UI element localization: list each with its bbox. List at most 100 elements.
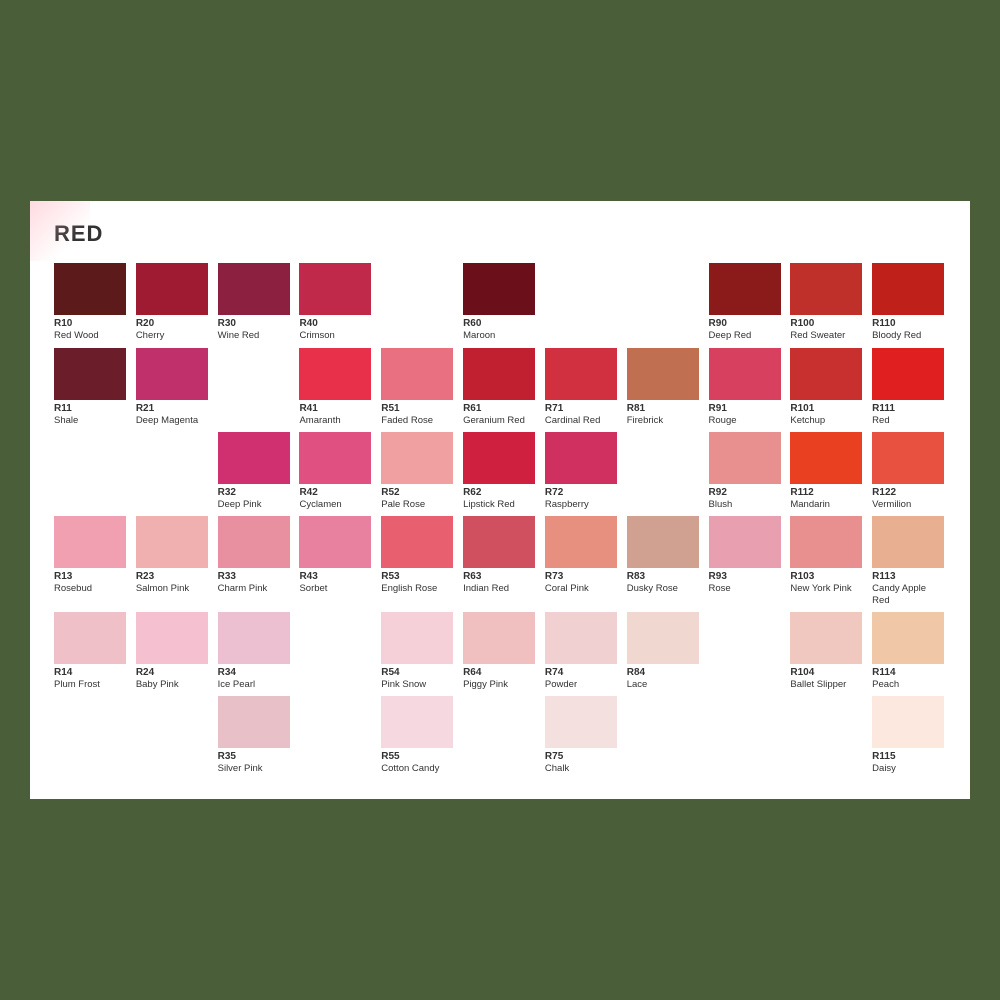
code-R52: R52 bbox=[381, 487, 399, 499]
swatch-R33 bbox=[218, 516, 290, 568]
color-cell-R34: R34Ice Pearl bbox=[218, 612, 292, 690]
color-cell-R113: R113Candy Apple Red bbox=[872, 516, 946, 606]
code-R71: R71 bbox=[545, 403, 563, 415]
code-R114: R114 bbox=[872, 667, 895, 679]
code-R32: R32 bbox=[218, 487, 236, 499]
color-cell-R81: R81Firebrick bbox=[627, 348, 701, 426]
color-cell-R35: R35Silver Pink bbox=[218, 696, 292, 774]
name-R40: Crimson bbox=[299, 330, 334, 341]
name-R93: Rose bbox=[709, 583, 731, 594]
color-cell-R63: R63Indian Red bbox=[463, 516, 537, 606]
color-cell-R111: R111Red bbox=[872, 348, 946, 426]
name-R101: Ketchup bbox=[790, 415, 825, 426]
color-cell-R10: R10Red Wood bbox=[54, 263, 128, 341]
name-R42: Cyclamen bbox=[299, 499, 341, 510]
name-R30: Wine Red bbox=[218, 330, 260, 341]
swatch-R75 bbox=[545, 696, 617, 748]
name-R84: Lace bbox=[627, 679, 648, 690]
code-R111: R111 bbox=[872, 403, 895, 415]
code-R90: R90 bbox=[709, 318, 727, 330]
name-R115: Daisy bbox=[872, 763, 896, 774]
color-cell-R62: R62Lipstick Red bbox=[463, 432, 537, 510]
name-R35: Silver Pink bbox=[218, 763, 263, 774]
swatch-R92 bbox=[709, 432, 781, 484]
code-R91: R91 bbox=[709, 403, 727, 415]
swatch-R55 bbox=[381, 696, 453, 748]
swatch-R61 bbox=[463, 348, 535, 400]
color-cell-R103: R103New York Pink bbox=[790, 516, 864, 606]
code-R54: R54 bbox=[381, 667, 399, 679]
code-R81: R81 bbox=[627, 403, 645, 415]
color-cell-R21: R21Deep Magenta bbox=[136, 348, 210, 426]
swatch-R113 bbox=[872, 516, 944, 568]
swatch-R24 bbox=[136, 612, 208, 664]
code-R104: R104 bbox=[790, 667, 814, 679]
code-R35: R35 bbox=[218, 751, 236, 763]
swatch-R104 bbox=[790, 612, 862, 664]
color-cell-R13: R13Rosebud bbox=[54, 516, 128, 606]
name-R114: Peach bbox=[872, 679, 899, 690]
name-R11: Shale bbox=[54, 415, 78, 426]
color-cell-R83: R83Dusky Rose bbox=[627, 516, 701, 606]
swatch-R30 bbox=[218, 263, 290, 315]
code-R11: R11 bbox=[54, 403, 72, 415]
name-R43: Sorbet bbox=[299, 583, 327, 594]
code-R60: R60 bbox=[463, 318, 481, 330]
color-chart-card: RED R10Red WoodR20CherryR30Wine RedR40Cr… bbox=[30, 201, 970, 799]
code-R34: R34 bbox=[218, 667, 236, 679]
color-cell-R60: R60Maroon bbox=[463, 263, 537, 341]
name-R75: Chalk bbox=[545, 763, 569, 774]
code-R75: R75 bbox=[545, 751, 563, 763]
swatch-R83 bbox=[627, 516, 699, 568]
code-R20: R20 bbox=[136, 318, 154, 330]
swatch-R53 bbox=[381, 516, 453, 568]
code-R103: R103 bbox=[790, 571, 814, 583]
swatch-R62 bbox=[463, 432, 535, 484]
name-R52: Pale Rose bbox=[381, 499, 425, 510]
code-R13: R13 bbox=[54, 571, 72, 583]
name-R55: Cotton Candy bbox=[381, 763, 439, 774]
code-R42: R42 bbox=[299, 487, 317, 499]
color-cell-R100: R100Red Sweater bbox=[790, 263, 864, 341]
name-R64: Piggy Pink bbox=[463, 679, 508, 690]
name-R60: Maroon bbox=[463, 330, 495, 341]
name-R10: Red Wood bbox=[54, 330, 99, 341]
swatch-R21 bbox=[136, 348, 208, 400]
name-R81: Firebrick bbox=[627, 415, 663, 426]
name-R54: Pink Snow bbox=[381, 679, 426, 690]
name-R83: Dusky Rose bbox=[627, 583, 678, 594]
code-R101: R101 bbox=[790, 403, 814, 415]
code-R62: R62 bbox=[463, 487, 481, 499]
swatch-R91 bbox=[709, 348, 781, 400]
color-cell-R23: R23Salmon Pink bbox=[136, 516, 210, 606]
swatch-R63 bbox=[463, 516, 535, 568]
swatch-R111 bbox=[872, 348, 944, 400]
name-R51: Faded Rose bbox=[381, 415, 433, 426]
swatch-R122 bbox=[872, 432, 944, 484]
swatch-R40 bbox=[299, 263, 371, 315]
swatch-R81 bbox=[627, 348, 699, 400]
swatch-R43 bbox=[299, 516, 371, 568]
color-cell-R92: R92Blush bbox=[709, 432, 783, 510]
swatch-R115 bbox=[872, 696, 944, 748]
code-R43: R43 bbox=[299, 571, 317, 583]
swatch-R13 bbox=[54, 516, 126, 568]
name-R13: Rosebud bbox=[54, 583, 92, 594]
name-R104: Ballet Slipper bbox=[790, 679, 846, 690]
color-cell-R32: R32Deep Pink bbox=[218, 432, 292, 510]
name-R41: Amaranth bbox=[299, 415, 340, 426]
color-cell-R122: R122Vermilion bbox=[872, 432, 946, 510]
code-R14: R14 bbox=[54, 667, 72, 679]
swatch-R14 bbox=[54, 612, 126, 664]
color-cell-R74: R74Powder bbox=[545, 612, 619, 690]
name-R92: Blush bbox=[709, 499, 733, 510]
color-cell-R101: R101Ketchup bbox=[790, 348, 864, 426]
color-cell-R73: R73Coral Pink bbox=[545, 516, 619, 606]
name-R32: Deep Pink bbox=[218, 499, 262, 510]
color-cell-R71: R71Cardinal Red bbox=[545, 348, 619, 426]
swatch-R74 bbox=[545, 612, 617, 664]
swatch-R52 bbox=[381, 432, 453, 484]
color-grid: R10Red WoodR20CherryR30Wine RedR40Crimso… bbox=[54, 263, 946, 775]
color-cell-R53: R53English Rose bbox=[381, 516, 455, 606]
name-R34: Ice Pearl bbox=[218, 679, 256, 690]
